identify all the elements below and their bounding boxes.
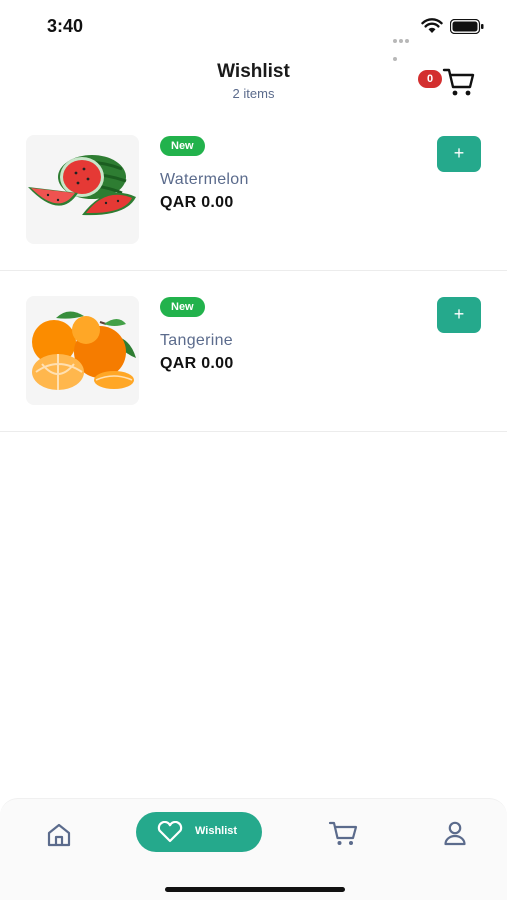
wishlist-item[interactable]: New Watermelon QAR 0.00 + [0,110,507,271]
profile-icon[interactable] [441,819,469,847]
cart-count-badge: 0 [418,70,442,88]
item-name[interactable]: Watermelon [160,171,249,189]
add-to-cart-button[interactable]: + [437,136,481,172]
battery-icon [450,19,484,34]
heart-icon [157,821,183,843]
header: Wishlist 2 items 0 [0,56,507,112]
cart-icon [442,68,475,96]
home-indicator [165,887,345,892]
signal-icon [393,30,415,61]
wifi-icon [421,18,443,33]
header-cart-button[interactable]: 0 [418,64,478,100]
item-price: QAR 0.00 [160,355,234,372]
watermelon-image [26,135,139,244]
wishlist-item[interactable]: New Tangerine QAR 0.00 + [0,271,507,432]
item-name[interactable]: Tangerine [160,332,233,350]
item-price: QAR 0.00 [160,194,234,211]
status-bar: 3:40 [0,0,507,61]
bottom-nav: Wishlist [0,798,507,900]
status-time: 3:40 [47,16,84,36]
home-icon[interactable] [45,821,73,849]
new-badge: New [160,136,205,156]
tangerine-image [26,296,139,405]
new-badge: New [160,297,205,317]
add-to-cart-button[interactable]: + [437,297,481,333]
nav-wishlist-label: Wishlist [195,825,238,837]
nav-wishlist-tab[interactable]: Wishlist [136,812,262,852]
cart-icon[interactable] [328,819,358,847]
